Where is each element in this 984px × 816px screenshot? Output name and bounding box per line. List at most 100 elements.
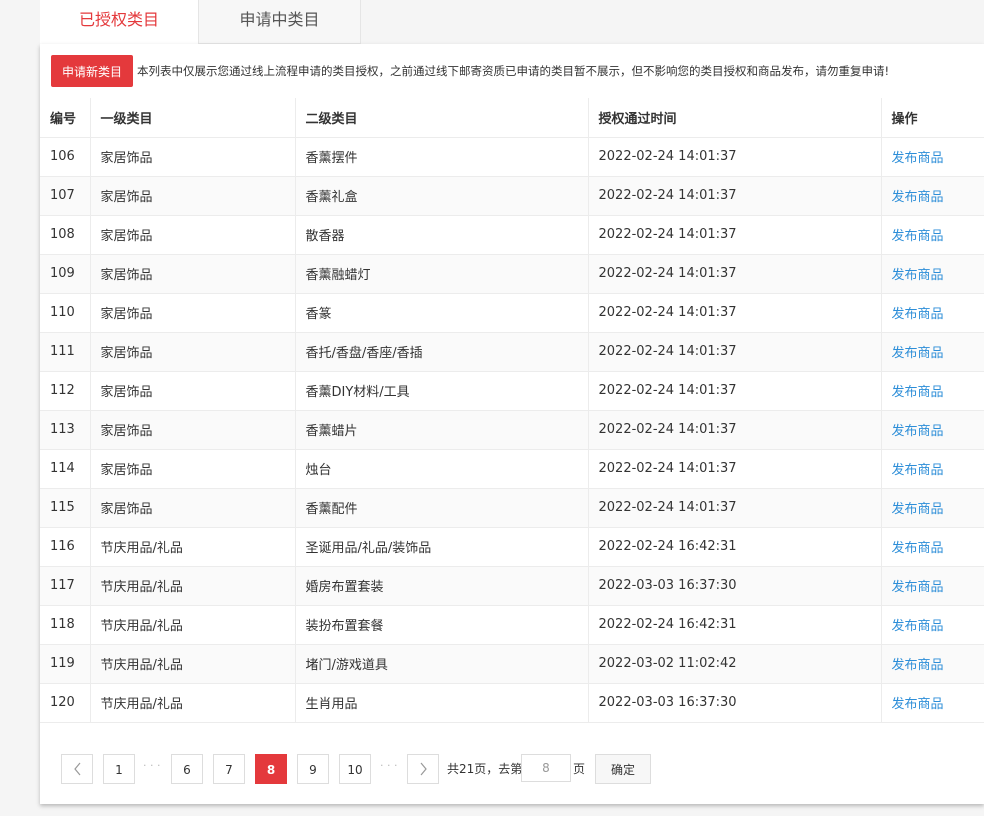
publish-product-link[interactable]: 发布商品 [892, 385, 944, 400]
publish-product-link[interactable]: 发布商品 [892, 268, 944, 283]
publish-product-link[interactable]: 发布商品 [892, 502, 944, 517]
next-page-button[interactable] [407, 754, 439, 784]
cell-primary-category: 家居饰品 [90, 332, 296, 372]
cell-action: 发布商品 [881, 215, 984, 255]
cell-action: 发布商品 [881, 683, 984, 723]
cell-approval-time: 2022-02-24 14:01:37 [588, 293, 882, 333]
cell-primary-category: 节庆用品/礼品 [90, 683, 296, 723]
cell-action: 发布商品 [881, 137, 984, 177]
cell-secondary-category: 香薰融蜡灯 [295, 254, 589, 294]
cell-approval-time: 2022-02-24 14:01:37 [588, 137, 882, 177]
cell-approval-time: 2022-02-24 14:01:37 [588, 371, 882, 411]
publish-product-link[interactable]: 发布商品 [892, 697, 944, 712]
page-button-1[interactable]: 1 [103, 754, 135, 784]
goto-page-input[interactable] [521, 754, 571, 782]
publish-product-link[interactable]: 发布商品 [892, 151, 944, 166]
publish-product-link[interactable]: 发布商品 [892, 580, 944, 595]
publish-product-link[interactable]: 发布商品 [892, 190, 944, 205]
cell-action: 发布商品 [881, 527, 984, 567]
publish-product-link[interactable]: 发布商品 [892, 541, 944, 556]
cell-approval-time: 2022-03-02 11:02:42 [588, 644, 882, 684]
table-row: 110 家居饰品 香篆 2022-02-24 14:01:37 发布商品 [40, 293, 984, 333]
cell-primary-category: 节庆用品/礼品 [90, 527, 296, 567]
page-button-7[interactable]: 7 [213, 754, 245, 784]
cell-id: 112 [40, 371, 91, 411]
cell-secondary-category: 堵门/游戏道具 [295, 644, 589, 684]
cell-approval-time: 2022-03-03 16:37:30 [588, 566, 882, 606]
cell-action: 发布商品 [881, 176, 984, 216]
cell-primary-category: 家居饰品 [90, 488, 296, 528]
cell-secondary-category: 散香器 [295, 215, 589, 255]
goto-page-confirm-button[interactable]: 确定 [595, 754, 651, 784]
table-row: 108 家居饰品 散香器 2022-02-24 14:01:37 发布商品 [40, 215, 984, 255]
table-body: 106 家居饰品 香薰摆件 2022-02-24 14:01:37 发布商品 107 家居饰… [40, 137, 984, 723]
publish-product-link[interactable]: 发布商品 [892, 307, 944, 322]
table-row: 118 节庆用品/礼品 装扮布置套餐 2022-02-24 16:42:31 发布商品 [40, 605, 984, 645]
header-secondary-category: 二级类目 [295, 98, 589, 138]
cell-id: 116 [40, 527, 91, 567]
cell-approval-time: 2022-02-24 14:01:37 [588, 410, 882, 450]
table-row: 114 家居饰品 烛台 2022-02-24 14:01:37 发布商品 [40, 449, 984, 489]
cell-action: 发布商品 [881, 293, 984, 333]
header-approval-time: 授权通过时间 [588, 98, 882, 138]
page-button-10[interactable]: 10 [339, 754, 371, 784]
page-button-9[interactable]: 9 [297, 754, 329, 784]
cell-primary-category: 家居饰品 [90, 215, 296, 255]
cell-action: 发布商品 [881, 254, 984, 294]
tab-authorized-categories[interactable]: 已授权类目 [40, 0, 199, 44]
cell-secondary-category: 烛台 [295, 449, 589, 489]
page-suffix-label: 页 [573, 762, 586, 776]
cell-approval-time: 2022-02-24 14:01:37 [588, 176, 882, 216]
cell-id: 114 [40, 449, 91, 489]
cell-id: 107 [40, 176, 91, 216]
page-button-6[interactable]: 6 [171, 754, 203, 784]
publish-product-link[interactable]: 发布商品 [892, 229, 944, 244]
cell-action: 发布商品 [881, 488, 984, 528]
header-primary-category: 一级类目 [90, 98, 296, 138]
publish-product-link[interactable]: 发布商品 [892, 463, 944, 478]
chevron-right-icon [420, 762, 427, 776]
table-row: 109 家居饰品 香薰融蜡灯 2022-02-24 14:01:37 发布商品 [40, 254, 984, 294]
table-row: 111 家居饰品 香托/香盘/香座/香插 2022-02-24 14:01:37 发布商… [40, 332, 984, 372]
header-id: 编号 [40, 98, 91, 138]
page-button-8-current[interactable]: 8 [255, 754, 287, 784]
cell-primary-category: 家居饰品 [90, 449, 296, 489]
table-row: 119 节庆用品/礼品 堵门/游戏道具 2022-03-02 11:02:42 发布商品 [40, 644, 984, 684]
cell-primary-category: 家居饰品 [90, 293, 296, 333]
publish-product-link[interactable]: 发布商品 [892, 346, 944, 361]
cell-id: 109 [40, 254, 91, 294]
apply-new-category-button[interactable]: 申请新类目 [51, 55, 133, 87]
cell-approval-time: 2022-02-24 16:42:31 [588, 605, 882, 645]
cell-primary-category: 家居饰品 [90, 254, 296, 294]
cell-approval-time: 2022-02-24 14:01:37 [588, 488, 882, 528]
cell-action: 发布商品 [881, 566, 984, 606]
table-row: 113 家居饰品 香薰蜡片 2022-02-24 14:01:37 发布商品 [40, 410, 984, 450]
cell-id: 108 [40, 215, 91, 255]
publish-product-link[interactable]: 发布商品 [892, 658, 944, 673]
cell-primary-category: 家居饰品 [90, 137, 296, 177]
cell-action: 发布商品 [881, 332, 984, 372]
cell-approval-time: 2022-02-24 14:01:37 [588, 215, 882, 255]
cell-secondary-category: 婚房布置套装 [295, 566, 589, 606]
table-row: 120 节庆用品/礼品 生肖用品 2022-03-03 16:37:30 发布商品 [40, 683, 984, 723]
prev-page-button[interactable] [61, 754, 93, 784]
cell-id: 117 [40, 566, 91, 606]
header-action: 操作 [881, 98, 984, 138]
cell-secondary-category: 香薰礼盒 [295, 176, 589, 216]
cell-secondary-category: 香托/香盘/香座/香插 [295, 332, 589, 372]
cell-id: 110 [40, 293, 91, 333]
tab-pending-categories[interactable]: 申请中类目 [199, 0, 361, 44]
cell-approval-time: 2022-02-24 14:01:37 [588, 449, 882, 489]
table-header-row: 编号 一级类目 二级类目 授权通过时间 操作 [40, 98, 984, 138]
notice-text: 本列表中仅展示您通过线上流程申请的类目授权，之前通过线下邮寄资质已申请的类目暂不… [137, 64, 890, 78]
publish-product-link[interactable]: 发布商品 [892, 619, 944, 634]
cell-primary-category: 节庆用品/礼品 [90, 566, 296, 606]
page-ellipsis-left: · · · [143, 759, 161, 772]
cell-approval-time: 2022-02-24 16:42:31 [588, 527, 882, 567]
cell-primary-category: 家居饰品 [90, 176, 296, 216]
publish-product-link[interactable]: 发布商品 [892, 424, 944, 439]
cell-action: 发布商品 [881, 410, 984, 450]
cell-id: 118 [40, 605, 91, 645]
cell-primary-category: 家居饰品 [90, 410, 296, 450]
cell-approval-time: 2022-02-24 14:01:37 [588, 254, 882, 294]
